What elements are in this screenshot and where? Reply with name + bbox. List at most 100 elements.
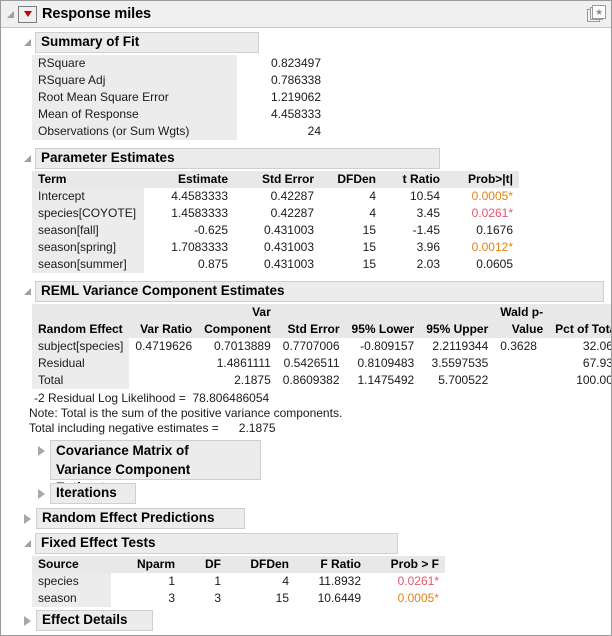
table-row: Mean of Response 4.458333 [32, 106, 327, 123]
effect-details-header[interactable]: Effect Details [36, 610, 153, 631]
section-random-effect-predictions: Random Effect Predictions [18, 508, 611, 529]
col-f-ratio[interactable]: F Ratio [295, 556, 367, 573]
pe-dfden: 4 [320, 188, 382, 205]
summary-row-value: 4.458333 [237, 106, 327, 123]
col-random-effect[interactable]: Random Effect [32, 321, 129, 338]
table-row: Intercept 4.4583333 0.42287 4 10.54 0.00… [32, 188, 519, 205]
fet-nparm: 3 [111, 590, 181, 607]
summary-row-label: Mean of Response [32, 106, 237, 123]
pe-t-ratio: 10.54 [382, 188, 446, 205]
pe-t-ratio: 3.45 [382, 205, 446, 222]
reml-head: Var Wald p- Random Effect Var Ratio Comp… [32, 304, 612, 338]
summary-row-value: 0.823497 [237, 55, 327, 72]
covariance-matrix-disclosure-icon[interactable] [38, 446, 45, 456]
covariance-matrix-header[interactable]: Covariance Matrix of Variance Component … [50, 440, 261, 480]
fet-source: species [32, 573, 111, 590]
effect-details-disclosure-icon[interactable] [24, 616, 31, 626]
table-header-row-upper: Var Wald p- [32, 304, 612, 321]
summary-of-fit-table: RSquare 0.823497 RSquare Adj 0.786338 Ro… [32, 55, 327, 140]
section-summary-of-fit: Summary of Fit [18, 32, 611, 53]
section-fixed-effect-tests: Fixed Effect Tests [18, 533, 611, 554]
reml-title: REML Variance Component Estimates [41, 282, 285, 300]
fet-prob: 0.0261* [367, 573, 445, 590]
pe-prob: 0.0005* [446, 188, 519, 205]
col-random-effect-spacer [32, 304, 129, 321]
col-dfden[interactable]: DFDen [227, 556, 295, 573]
reml-upper: 3.5597535 [420, 355, 494, 372]
covariance-matrix-title-line1: Covariance Matrix of [56, 442, 254, 461]
col-estimate[interactable]: Estimate [144, 171, 234, 188]
window-layers-icon[interactable]: ★ [587, 5, 605, 22]
summary-row-value: 0.786338 [237, 72, 327, 89]
col-var-component-line1[interactable]: Var [198, 304, 277, 321]
col-var-ratio[interactable]: Var Ratio [129, 321, 198, 338]
fixed-effect-tests-disclosure-icon[interactable] [24, 540, 31, 547]
col-pct-spacer [549, 304, 612, 321]
col-dfden[interactable]: DFDen [320, 171, 382, 188]
section-effect-details: Effect Details [18, 610, 611, 631]
parameter-estimates-head: Term Estimate Std Error DFDen t Ratio Pr… [32, 171, 519, 188]
col-wald-value[interactable]: Value [494, 321, 549, 338]
pe-dfden: 15 [320, 222, 382, 239]
fixed-effect-tests-title: Fixed Effect Tests [41, 534, 156, 552]
reml-var-ratio [129, 355, 198, 372]
report-disclosure-triangle-icon[interactable] [7, 11, 14, 18]
reml-wald: 0.3628 [494, 338, 549, 355]
reml-header[interactable]: REML Variance Component Estimates [35, 281, 604, 302]
parameter-estimates-title: Parameter Estimates [41, 149, 175, 167]
report-titlebar: Response miles ★ [1, 1, 611, 28]
table-row: species 1 1 4 11.8932 0.0261* [32, 573, 445, 590]
parameter-estimates-disclosure-icon[interactable] [24, 155, 31, 162]
table-row: Total 2.1875 0.8609382 1.1475492 5.70052… [32, 372, 612, 389]
fet-nparm: 1 [111, 573, 181, 590]
fixed-effect-tests-header[interactable]: Fixed Effect Tests [35, 533, 398, 554]
parameter-estimates-body: Intercept 4.4583333 0.42287 4 10.54 0.00… [32, 188, 519, 273]
col-wald-line1[interactable]: Wald p- [494, 304, 549, 321]
reml-lower: 0.8109483 [346, 355, 421, 372]
reml-std-error: 0.7707006 [277, 338, 346, 355]
col-nparm[interactable]: Nparm [111, 556, 181, 573]
col-lower[interactable]: 95% Lower [346, 321, 421, 338]
col-std-error[interactable]: Std Error [277, 321, 346, 338]
pe-estimate: 4.4583333 [144, 188, 234, 205]
red-triangle-menu-icon[interactable] [18, 6, 37, 23]
reml-var-component: 1.4861111 [198, 355, 277, 372]
parameter-estimates-header[interactable]: Parameter Estimates [35, 148, 440, 169]
col-var-component[interactable]: Component [198, 321, 277, 338]
pe-std-error: 0.42287 [234, 188, 320, 205]
effect-details-title: Effect Details [42, 611, 128, 629]
col-t-ratio[interactable]: t Ratio [382, 171, 446, 188]
reml-std-error: 0.8609382 [277, 372, 346, 389]
total-including-negative-text: Total including negative estimates = 2.1… [29, 421, 611, 436]
col-term[interactable]: Term [32, 171, 144, 188]
iterations-header[interactable]: Iterations [50, 483, 136, 504]
col-upper[interactable]: 95% Upper [420, 321, 494, 338]
reml-pct: 67.937 [549, 355, 612, 372]
summary-of-fit-disclosure-icon[interactable] [24, 39, 31, 46]
summary-row-value: 24 [237, 123, 327, 140]
random-effect-predictions-disclosure-icon[interactable] [24, 514, 31, 524]
random-effect-predictions-header[interactable]: Random Effect Predictions [36, 508, 245, 529]
col-std-error[interactable]: Std Error [234, 171, 320, 188]
random-effect-predictions-title: Random Effect Predictions [42, 509, 215, 527]
table-row: season 3 3 15 10.6449 0.0005* [32, 590, 445, 607]
table-row: season[fall] -0.625 0.431003 15 -1.45 0.… [32, 222, 519, 239]
col-prob-f[interactable]: Prob > F [367, 556, 445, 573]
col-prob-t[interactable]: Prob>|t| [446, 171, 519, 188]
pe-std-error: 0.431003 [234, 222, 320, 239]
pe-term: season[summer] [32, 256, 144, 273]
col-pct-of-total[interactable]: Pct of Total [549, 321, 612, 338]
table-row: Observations (or Sum Wgts) 24 [32, 123, 327, 140]
summary-of-fit-title: Summary of Fit [41, 33, 139, 51]
section-parameter-estimates: Parameter Estimates [18, 148, 611, 169]
summary-of-fit-header[interactable]: Summary of Fit [35, 32, 259, 53]
reml-disclosure-icon[interactable] [24, 288, 31, 295]
table-header-row: Source Nparm DF DFDen F Ratio Prob > F [32, 556, 445, 573]
table-row: Residual 1.4861111 0.5426511 0.8109483 3… [32, 355, 612, 372]
table-row: season[summer] 0.875 0.431003 15 2.03 0.… [32, 256, 519, 273]
col-df[interactable]: DF [181, 556, 227, 573]
pe-t-ratio: 2.03 [382, 256, 446, 273]
col-source[interactable]: Source [32, 556, 111, 573]
table-row: species[COYOTE] 1.4583333 0.42287 4 3.45… [32, 205, 519, 222]
iterations-disclosure-icon[interactable] [38, 489, 45, 499]
